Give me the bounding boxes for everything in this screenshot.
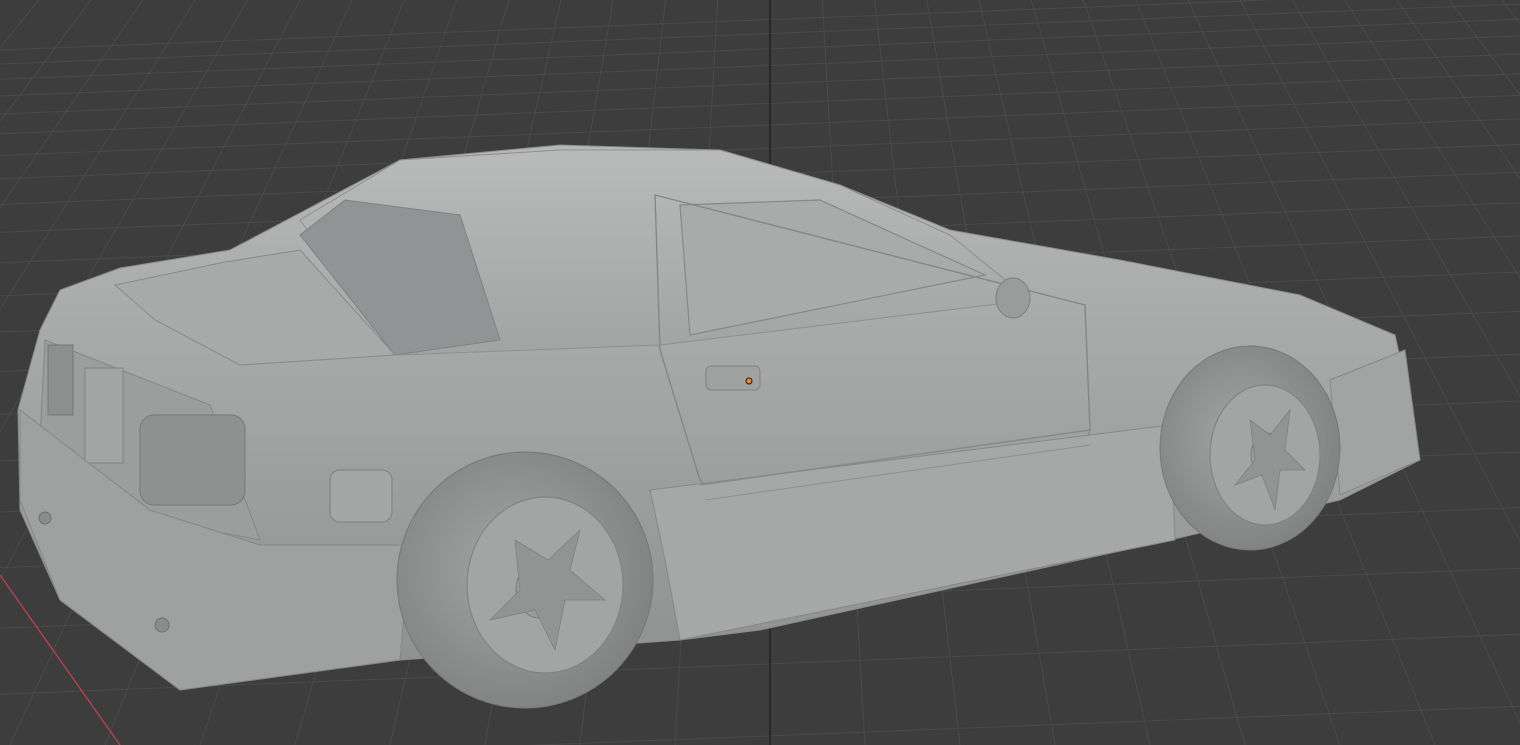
rear-wheel: [396, 451, 654, 709]
grid-line: [0, 35, 1520, 97]
exhaust-pipe: [154, 617, 170, 633]
grid-line: [1448, 0, 1520, 96]
grid-line: [0, 53, 1520, 115]
origin-dot-icon: [745, 377, 753, 385]
door-handle: [705, 365, 761, 391]
grid-line: [0, 73, 1520, 135]
grid-line: [1501, 0, 1520, 24]
grid-line: [0, 94, 1520, 156]
exhaust-pipe-left: [38, 511, 52, 525]
grid-line: [0, 0, 1280, 51]
fuel-door: [329, 469, 393, 523]
grid-line: [0, 18, 1520, 80]
grid-line: [525, 705, 1520, 745]
front-wheel: [1159, 345, 1341, 551]
3d-viewport[interactable]: [0, 0, 1520, 745]
viewport-scene[interactable]: [0, 0, 1520, 745]
side-mirror: [995, 277, 1031, 319]
